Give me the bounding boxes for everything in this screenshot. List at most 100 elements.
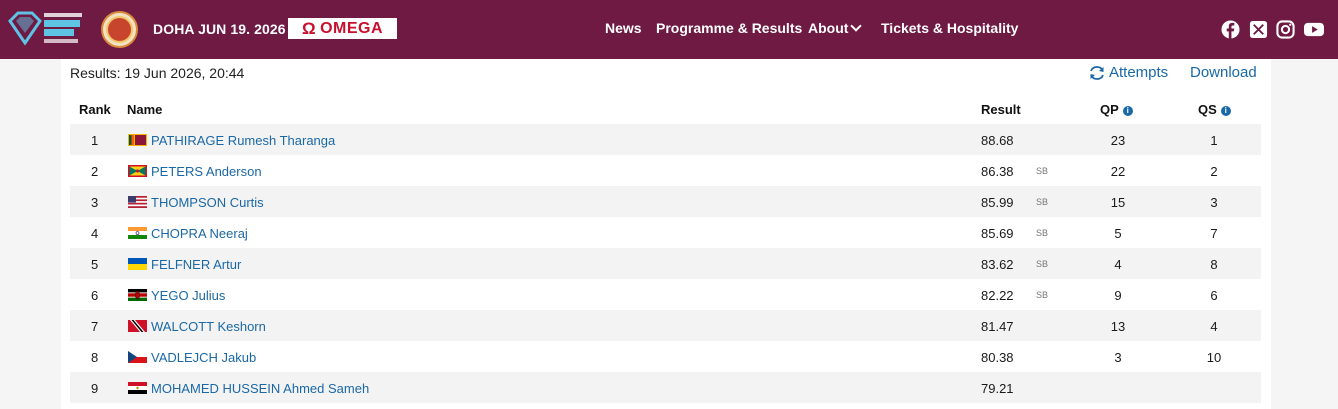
athlete-name-link[interactable]: YEGO Julius — [151, 288, 225, 303]
athlete-name-link[interactable]: MOHAMED HUSSEIN Ahmed Sameh — [151, 381, 369, 396]
qs-cell: 6 — [1210, 288, 1218, 303]
qs-cell: 3 — [1210, 195, 1218, 210]
qp-cell: 3 — [1114, 350, 1122, 365]
diamond-league-logo[interactable] — [6, 9, 86, 49]
table-row: 1 PATHIRAGE Rumesh Tharanga 88.68 23 1 — [70, 124, 1261, 155]
column-header-qp[interactable]: QP i — [1100, 102, 1133, 117]
qp-cell: 5 — [1114, 226, 1122, 241]
athlete-name-link[interactable]: PETERS Anderson — [151, 164, 262, 179]
table-row: 2 PETERS Anderson 86.38 SB 22 2 — [70, 155, 1261, 186]
qp-cell: 15 — [1110, 195, 1126, 210]
athlete-name-link[interactable]: PATHIRAGE Rumesh Tharanga — [151, 133, 335, 148]
flag-czech-republic-icon — [128, 351, 147, 363]
rank-cell: 4 — [91, 226, 99, 241]
flag-trinidad-tobago-icon — [128, 320, 147, 332]
qp-cell: 9 — [1114, 288, 1122, 303]
result-cell: 85.69 — [981, 226, 1014, 241]
flag-kenya-icon — [128, 289, 147, 301]
results-table: Rank Name Result QP i QS i 1 PATHIRAGE Rum… — [70, 94, 1261, 403]
refresh-icon — [1090, 65, 1104, 80]
qs-cell: 4 — [1210, 319, 1218, 334]
athlete-name-link[interactable]: THOMPSON Curtis — [151, 195, 264, 210]
table-row: 3 THOMPSON Curtis 85.99 SB 15 3 — [70, 186, 1261, 217]
omega-symbol-icon: Ω — [301, 18, 317, 38]
result-cell: 85.99 — [981, 195, 1014, 210]
athlete-name-link[interactable]: VADLEJCH Jakub — [151, 350, 256, 365]
results-panel: Results: 19 Jun 2026, 20:44 Attempts Dow… — [61, 59, 1271, 409]
nav-about-label: About — [808, 20, 849, 36]
result-cell: 81.47 — [981, 319, 1014, 334]
qs-cell: 7 — [1210, 226, 1218, 241]
doha-meeting-logo[interactable] — [101, 11, 138, 48]
record-badge: SB — [1036, 228, 1049, 238]
table-row: 6 YEGO Julius 82.22 SB 9 6 — [70, 279, 1261, 310]
result-cell: 86.38 — [981, 164, 1014, 179]
instagram-icon[interactable] — [1276, 20, 1295, 39]
rank-cell: 9 — [91, 381, 99, 396]
column-header-name: Name — [127, 102, 163, 117]
flag-ukraine-icon — [128, 258, 147, 270]
nav-tickets-hospitality[interactable]: Tickets & Hospitality — [881, 20, 1018, 36]
record-badge: SB — [1036, 166, 1049, 176]
result-cell: 82.22 — [981, 288, 1014, 303]
attempts-button[interactable]: Attempts — [1089, 64, 1168, 81]
nav-about[interactable]: About — [808, 20, 863, 36]
chevron-down-icon — [850, 20, 863, 32]
column-header-result: Result — [981, 102, 1021, 117]
qs-cell: 1 — [1210, 133, 1218, 148]
results-timestamp: Results: 19 Jun 2026, 20:44 — [70, 65, 245, 81]
info-icon[interactable]: i — [1122, 106, 1133, 116]
flag-india-icon — [128, 227, 147, 239]
column-header-qs[interactable]: QS i — [1198, 102, 1231, 117]
qp-cell: 13 — [1110, 319, 1126, 334]
column-header-rank: Rank — [79, 102, 111, 117]
qp-cell: 4 — [1114, 257, 1122, 272]
rank-cell: 2 — [91, 164, 99, 179]
facebook-icon[interactable] — [1221, 20, 1240, 39]
table-row: 5 FELFNER Artur 83.62 SB 4 8 — [70, 248, 1261, 279]
omega-wordmark: OMEGA — [320, 19, 384, 37]
rank-cell: 1 — [91, 133, 99, 148]
athlete-name-link[interactable]: FELFNER Artur — [151, 257, 241, 272]
qs-cell: 10 — [1206, 350, 1222, 365]
qp-cell: 22 — [1110, 164, 1126, 179]
athlete-name-link[interactable]: WALCOTT Keshorn — [151, 319, 266, 334]
table-row: 8 VADLEJCH Jakub 80.38 3 10 — [70, 341, 1261, 372]
flag-sri-lanka-icon — [128, 134, 147, 146]
record-badge: SB — [1036, 197, 1049, 207]
x-icon[interactable] — [1249, 20, 1268, 39]
qs-cell: 2 — [1210, 164, 1218, 179]
rank-cell: 7 — [91, 319, 99, 334]
attempts-label: Attempts — [1109, 64, 1169, 81]
nav-news[interactable]: News — [605, 20, 642, 36]
event-date: DOHA JUN 19. 2026 — [153, 21, 286, 37]
qs-label: QS — [1198, 102, 1217, 117]
rank-cell: 8 — [91, 350, 99, 365]
result-cell: 88.68 — [981, 133, 1014, 148]
flag-usa-icon — [128, 196, 147, 208]
table-row: 9 MOHAMED HUSSEIN Ahmed Sameh 79.21 — [70, 372, 1261, 403]
qs-cell: 8 — [1210, 257, 1218, 272]
table-row: 7 WALCOTT Keshorn 81.47 13 4 — [70, 310, 1261, 341]
download-link[interactable]: Download — [1190, 64, 1257, 81]
result-cell: 79.21 — [981, 381, 1014, 396]
qp-label: QP — [1100, 102, 1119, 117]
table-header: Rank Name Result QP i QS i — [70, 94, 1261, 124]
rank-cell: 5 — [91, 257, 99, 272]
top-navigation-bar: DOHA JUN 19. 2026 Ω OMEGA News Programme … — [0, 0, 1338, 59]
nav-programme-results[interactable]: Programme & Results — [656, 20, 802, 36]
table-body: 1 PATHIRAGE Rumesh Tharanga 88.68 23 1 2 — [70, 124, 1261, 403]
flag-egypt-icon — [128, 382, 147, 394]
flag-grenada-icon — [128, 165, 147, 177]
youtube-icon[interactable] — [1303, 20, 1325, 39]
record-badge: SB — [1036, 259, 1049, 269]
result-cell: 80.38 — [981, 350, 1014, 365]
table-row: 4 CHOPRA Neeraj 85.69 SB 5 7 — [70, 217, 1261, 248]
omega-sponsor-logo[interactable]: Ω OMEGA — [288, 18, 397, 39]
rank-cell: 6 — [91, 288, 99, 303]
rank-cell: 3 — [91, 195, 99, 210]
athlete-name-link[interactable]: CHOPRA Neeraj — [151, 226, 248, 241]
info-icon[interactable]: i — [1220, 106, 1231, 116]
qp-cell: 23 — [1110, 133, 1126, 148]
record-badge: SB — [1036, 290, 1049, 300]
